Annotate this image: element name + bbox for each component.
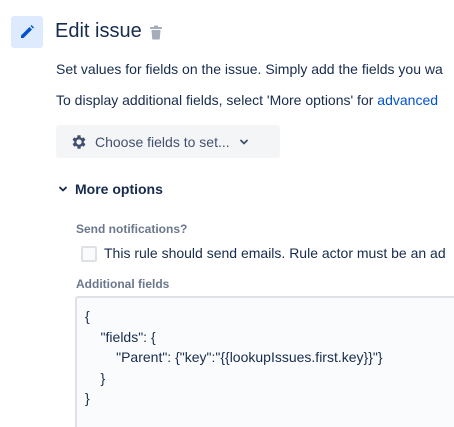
advanced-link[interactable]: advanced [377, 92, 438, 108]
code-line: "fields": { [85, 328, 156, 345]
send-notifications-label: Send notifications? [76, 222, 188, 236]
code-line: { [85, 308, 90, 324]
description-prefix: To display additional fields, select 'Mo… [56, 92, 378, 108]
description-advanced-text: To display additional fields, select 'Mo… [56, 92, 438, 108]
edit-issue-badge [11, 16, 43, 48]
more-options-toggle[interactable]: More options [58, 181, 163, 197]
chevron-down-icon [59, 186, 67, 192]
gear-icon [72, 134, 86, 149]
send-emails-checkbox[interactable] [81, 246, 97, 262]
code-line: } [85, 390, 90, 406]
more-options-label: More options [75, 181, 163, 197]
choose-fields-button[interactable]: Choose fields to set... [56, 125, 280, 158]
description-text: Set values for fields on the issue. Simp… [56, 61, 443, 77]
additional-fields-label: Additional fields [76, 277, 170, 291]
additional-fields-editor[interactable]: { "fields": { "Parent": {"key":"{{lookup… [75, 296, 454, 427]
choose-fields-label: Choose fields to set... [95, 133, 230, 150]
edit-issue-panel: Edit issue Set values for fields on the … [0, 0, 454, 427]
pencil-icon [21, 25, 34, 38]
trash-icon[interactable] [149, 25, 163, 41]
send-emails-label[interactable]: This rule should send emails. Rule actor… [104, 245, 446, 261]
chevron-down-icon [239, 139, 248, 144]
code-line: } [85, 369, 106, 386]
code-line: "Parent": {"key":"{{lookupIssues.first.k… [85, 349, 383, 365]
page-title: Edit issue [55, 20, 142, 42]
